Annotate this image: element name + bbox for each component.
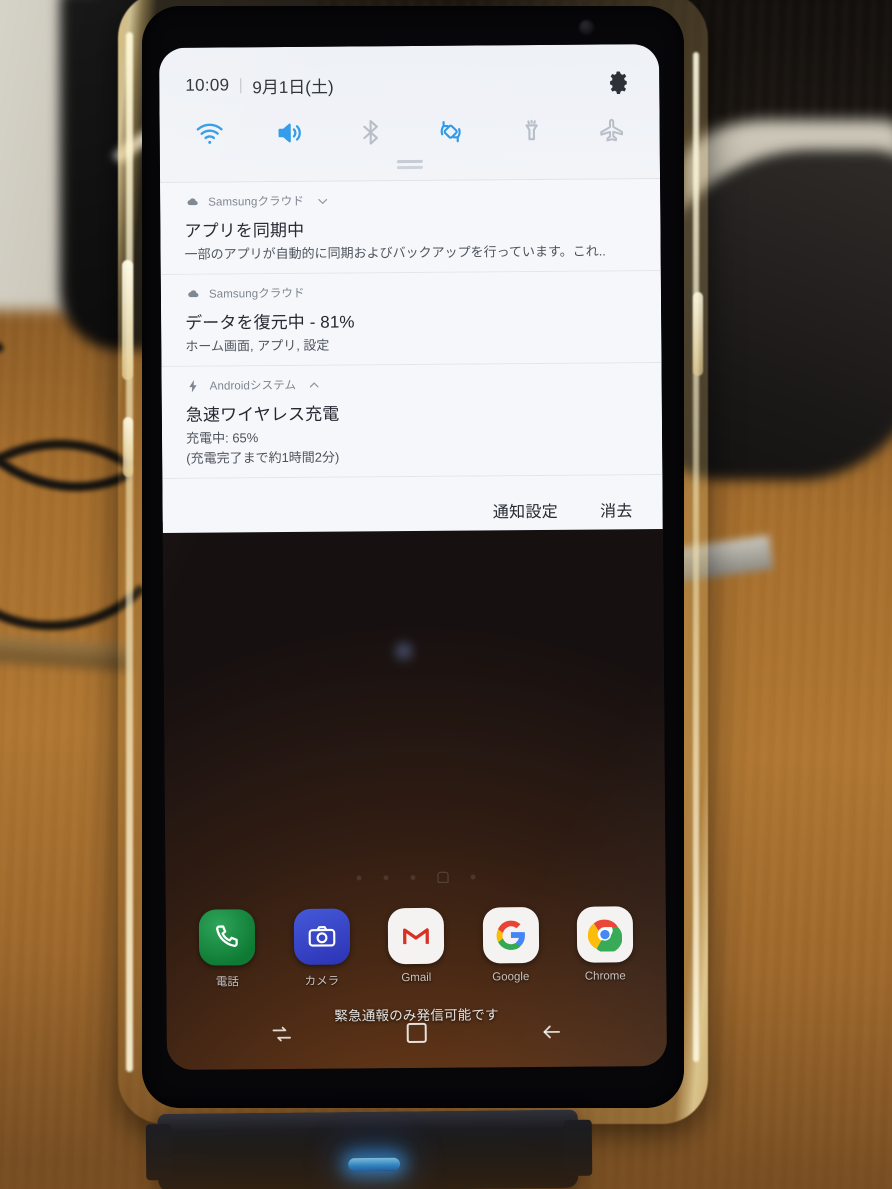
toggle-wifi[interactable] (190, 113, 230, 153)
wifi-icon (195, 118, 225, 148)
notification-title: アプリを同期中 (184, 220, 305, 241)
dock-label: Gmail (401, 971, 432, 985)
cloud-icon (185, 286, 200, 301)
notification-title: データを復元中 - 81% (185, 312, 355, 333)
notification-item[interactable]: Samsungクラウド アプリを同期中 一部のアプリが自動的に同期およびバックア… (160, 179, 661, 275)
case-highlight-right (693, 52, 699, 1062)
notification-header: Samsungクラウド (185, 280, 639, 304)
notification-body-secondary: (充電完了まで約1時間2分) (186, 449, 340, 466)
notification-list: Samsungクラウド アプリを同期中 一部のアプリが自動的に同期およびバックア… (160, 178, 663, 479)
dock-item-google[interactable]: Google (471, 907, 550, 988)
notification-body: 充電中: 65% (186, 430, 259, 446)
stand-top-edge (157, 1109, 578, 1133)
volume-button[interactable] (122, 260, 133, 380)
notification-app-name: Samsungクラウド (208, 287, 305, 301)
page-dot[interactable] (355, 875, 362, 881)
chevron-down-icon[interactable] (316, 194, 329, 207)
sound-icon (275, 118, 305, 148)
power-button[interactable] (693, 292, 703, 376)
chrome-icon (576, 906, 634, 963)
charging-led-indicator (348, 1157, 401, 1172)
shade-drag-handle-second[interactable] (396, 165, 423, 170)
notification-item[interactable]: Samsungクラウド データを復元中 - 81% ホーム画面, アプリ, 設定 (160, 271, 662, 367)
dock-label: Chrome (584, 970, 626, 983)
recents-icon[interactable] (265, 1017, 299, 1051)
page-dot[interactable] (469, 874, 476, 880)
phone-bezel: 10:09 9月1日(土) Samsungクラウド アプリを同期中 一部のアプリ… (142, 6, 684, 1108)
chevron-up-icon[interactable] (308, 378, 321, 391)
wallpaper-glow (388, 638, 419, 663)
google-icon (482, 907, 539, 964)
notification-settings-button[interactable]: 通知設定 (493, 497, 558, 522)
dock-label: 電話 (215, 976, 239, 989)
stand-left-lip (145, 1124, 173, 1181)
home-dock: 電話 カメラ Gmail Google Chrome (166, 906, 667, 990)
camera-icon (293, 908, 350, 965)
front-camera (579, 20, 594, 35)
dock-item-phone[interactable]: 電話 (188, 909, 267, 990)
dock-label: カメラ (304, 975, 340, 988)
gmail-icon (387, 907, 445, 965)
phone-device: 10:09 9月1日(土) Samsungクラウド アプリを同期中 一部のアプリ… (118, 0, 708, 1132)
dock-item-gmail[interactable]: Gmail (377, 907, 456, 989)
dock-item-chrome[interactable]: Chrome (566, 906, 645, 987)
stand-right-lip (563, 1119, 593, 1176)
toggle-bluetooth[interactable] (350, 112, 390, 152)
back-arrow-icon[interactable] (534, 1015, 568, 1049)
cloud-icon (184, 194, 199, 209)
home-square-shape (406, 1022, 427, 1044)
home-square-icon[interactable] (400, 1016, 434, 1050)
shade-footer: 通知設定 消去 (162, 475, 663, 533)
notification-app-name: Samsungクラウド (208, 195, 304, 209)
notification-app-name: Androidシステム (209, 379, 297, 393)
notification-header: Androidシステム (186, 372, 640, 396)
bluetooth-icon (355, 117, 385, 147)
photo-scene: 10:09 9月1日(土) Samsungクラウド アプリを同期中 一部のアプリ… (0, 0, 892, 1189)
dock-label: Google (492, 971, 530, 984)
bolt-icon (186, 378, 201, 393)
status-bar: 10:09 9月1日(土) (159, 44, 659, 102)
toggle-flashlight[interactable] (511, 111, 551, 151)
auto-rotate-icon (436, 117, 466, 147)
dock-item-camera[interactable]: カメラ (282, 908, 361, 989)
status-spacer (334, 82, 606, 84)
toggle-sound[interactable] (270, 113, 310, 153)
notification-body: ホーム画面, アプリ, 設定 (185, 337, 330, 354)
navigation-bar (167, 1002, 667, 1064)
wireless-charging-stand (145, 1109, 593, 1189)
notification-shade: 10:09 9月1日(土) Samsungクラウド アプリを同期中 一部のアプリ… (158, 44, 663, 533)
quick-toggles-row (159, 98, 659, 160)
airplane-icon (596, 115, 626, 145)
status-date: 9月1日(土) (252, 77, 334, 97)
flashlight-icon (516, 116, 546, 146)
notification-title: 急速ワイヤレス充電 (185, 404, 340, 425)
page-dot[interactable] (382, 875, 389, 881)
gear-icon[interactable] (605, 69, 631, 95)
notification-body: 一部のアプリが自動的に同期およびバックアップを行っています。これ.. (184, 243, 606, 262)
page-dot-home[interactable] (436, 871, 449, 883)
status-separator (240, 77, 242, 93)
clear-all-button[interactable]: 消去 (600, 497, 633, 521)
toggle-auto-rotate[interactable] (431, 112, 471, 152)
status-time: 10:09 (185, 75, 230, 95)
notification-item[interactable]: Androidシステム 急速ワイヤレス充電 充電中: 65% (充電完了まで約1… (161, 363, 663, 479)
case-highlight-left (126, 32, 133, 1072)
toggle-airplane-mode[interactable] (591, 110, 631, 150)
notification-header: Samsungクラウド (184, 188, 638, 212)
phone-screen: 10:09 9月1日(土) Samsungクラウド アプリを同期中 一部のアプリ… (158, 44, 668, 1070)
phone-icon (198, 909, 256, 966)
bixby-button[interactable] (123, 417, 133, 477)
shade-drag-handle[interactable] (396, 159, 423, 164)
page-dot[interactable] (409, 874, 416, 881)
